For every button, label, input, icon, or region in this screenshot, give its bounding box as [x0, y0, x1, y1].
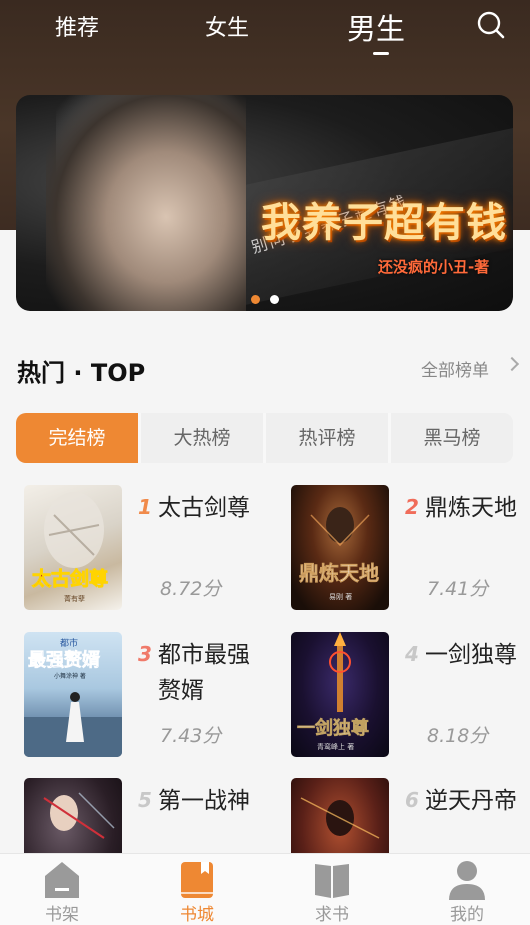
rank-tab-bar: 完结榜 大热榜 热评榜 黑马榜	[16, 413, 513, 463]
book-title: 太古剑尊	[158, 495, 250, 521]
rank-tab-reviews[interactable]: 热评榜	[266, 413, 391, 463]
rank-number: 2	[405, 495, 419, 519]
nav-label: 求书	[315, 905, 349, 925]
book-card[interactable]: 一剑独尊 青鸾峰上 著 4 一剑独尊 8.18分	[291, 632, 521, 762]
rank-number: 3	[138, 642, 152, 666]
book-card[interactable]: 太古剑尊 菁有孽 1 太古剑尊 8.72分	[24, 485, 254, 615]
tab-recommend[interactable]: 推荐	[55, 10, 99, 42]
top-tab-bar: 推荐 女生 男生	[0, 0, 530, 60]
book-score: 7.41分	[427, 578, 489, 600]
tab-female[interactable]: 女生	[205, 10, 249, 42]
book-title: 鼎炼天地	[425, 495, 517, 521]
nav-label: 书架	[45, 905, 79, 925]
pagination-dot-active[interactable]	[250, 295, 260, 304]
bottom-navigation: 书架 书城 求书 我的	[0, 853, 530, 925]
rank-number: 6	[405, 788, 419, 812]
book-title: 都市最强赘婿	[158, 642, 250, 704]
chevron-right-icon	[504, 356, 520, 372]
cover-author: 菁有孽	[64, 594, 85, 603]
rank-tab-dark-horse[interactable]: 黑马榜	[391, 413, 513, 463]
banner-pagination	[16, 289, 513, 308]
user-icon	[449, 861, 485, 900]
nav-label: 我的	[450, 905, 484, 925]
book-cover[interactable]: 鼎炼天地 易刚 著	[291, 485, 389, 610]
search-button[interactable]	[476, 10, 506, 40]
all-lists-link[interactable]: 全部榜单	[421, 356, 520, 381]
rank-number: 1	[138, 495, 152, 519]
rank-number: 4	[405, 642, 419, 666]
book-score: 8.18分	[427, 725, 489, 747]
banner-character	[46, 95, 246, 311]
banner-title: 我养子超有钱	[261, 199, 507, 246]
pagination-dot[interactable]	[269, 295, 279, 304]
rank-tab-hot[interactable]: 大热榜	[141, 413, 266, 463]
rank-number: 5	[138, 788, 152, 812]
rank-tab-completed[interactable]: 完结榜	[16, 413, 141, 463]
book-icon	[181, 862, 213, 898]
cover-title: 鼎炼天地	[299, 561, 379, 585]
nav-label: 书城	[180, 905, 214, 925]
nav-bookshelf[interactable]: 书架	[22, 854, 102, 925]
book-cover[interactable]: 一剑独尊 青鸾峰上 著	[291, 632, 389, 757]
active-tab-indicator	[373, 52, 389, 55]
cover-title: 一剑独尊	[297, 717, 369, 739]
cover-author: 小舞涂神 著	[54, 672, 86, 680]
cover-tag: 都市	[60, 637, 78, 649]
book-score: 8.72分	[160, 578, 222, 600]
cover-title: 太古剑尊	[32, 567, 108, 590]
open-book-icon	[315, 864, 349, 898]
banner-author: 还没疯的小丑-著	[378, 258, 490, 276]
all-lists-label: 全部榜单	[421, 361, 489, 381]
nav-request-book[interactable]: 求书	[292, 854, 372, 925]
search-icon	[477, 11, 505, 39]
book-title: 逆天丹帝	[425, 788, 517, 814]
cover-author: 青鸾峰上 著	[317, 742, 354, 751]
book-cover-art: 鼎炼天地 易刚 著	[299, 507, 379, 601]
book-card[interactable]: 鼎炼天地 易刚 著 2 鼎炼天地 7.41分	[291, 485, 521, 615]
nav-bookstore[interactable]: 书城	[157, 854, 237, 925]
book-cover[interactable]: 都市 最强赘婿 小舞涂神 著	[24, 632, 122, 757]
book-score: 7.43分	[160, 725, 222, 747]
section-title: 热门 · TOP	[17, 359, 146, 387]
cover-title: 最强赘婿	[28, 649, 100, 671]
nav-profile[interactable]: 我的	[427, 854, 507, 925]
book-title: 一剑独尊	[425, 642, 517, 668]
book-title: 第一战神	[158, 788, 250, 814]
book-card[interactable]: 都市 最强赘婿 小舞涂神 著 3 都市最强赘婿 7.43分	[24, 632, 254, 762]
cover-author: 易刚 著	[329, 592, 352, 601]
promo-banner[interactable]: 别问了我养子超有钱 我养子超有钱 还没疯的小丑-著	[16, 95, 513, 311]
tab-male[interactable]: 男生	[347, 6, 405, 48]
book-cover-art: 都市 最强赘婿 小舞涂神 著	[24, 637, 122, 757]
book-cover-art: 太古剑尊 菁有孽	[32, 492, 108, 603]
book-cover[interactable]: 太古剑尊 菁有孽	[24, 485, 122, 610]
book-cover-art: 一剑独尊 青鸾峰上 著	[297, 632, 369, 751]
bookshelf-icon	[45, 862, 79, 898]
